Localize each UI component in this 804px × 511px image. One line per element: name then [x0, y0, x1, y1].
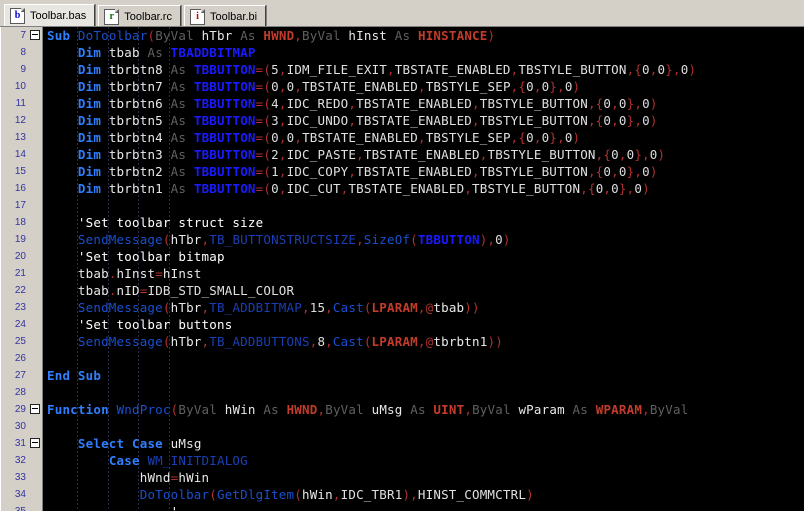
line-number: 13 — [0, 129, 42, 146]
code-line: End Sub — [47, 367, 804, 384]
line-number: 29 — [0, 401, 42, 418]
fold-toggle-icon[interactable] — [30, 438, 40, 448]
line-number: 22 — [0, 282, 42, 299]
code-line: 'Set toolbar bitmap — [47, 248, 804, 265]
basic-file-icon: b — [10, 8, 25, 24]
line-number: 12 — [0, 112, 42, 129]
line-number: 8 — [0, 44, 42, 61]
code-line: hWnd=hWin — [47, 469, 804, 486]
line-number: 20 — [0, 248, 42, 265]
code-line: tbab.nID=IDB_STD_SMALL_COLOR — [47, 282, 804, 299]
line-number-gutter[interactable]: 7891011121314151617181920212223242526272… — [0, 27, 43, 511]
line-number: 35 — [0, 503, 42, 511]
line-number: 25 — [0, 333, 42, 350]
line-number: 9 — [0, 61, 42, 78]
line-number: 33 — [0, 469, 42, 486]
code-line: Dim tbrbtn4 As TBBUTTON=(0,0,TBSTATE_ENA… — [47, 129, 804, 146]
code-line: SendMessage(hTbr,TB_ADDBITMAP,15,Cast(LP… — [47, 299, 804, 316]
code-line: Dim tbrbtn5 As TBBUTTON=(3,IDC_UNDO,TBST… — [47, 112, 804, 129]
fold-toggle-icon[interactable] — [30, 404, 40, 414]
code-line: 'Set toolbar buttons — [47, 316, 804, 333]
code-line — [47, 350, 804, 367]
line-number: 18 — [0, 214, 42, 231]
line-number: 19 — [0, 231, 42, 248]
file-tab-bar: b Toolbar.bas r Toolbar.rc i Toolbar.bi — [0, 0, 804, 26]
line-number: 24 — [0, 316, 42, 333]
include-file-icon: i — [190, 9, 205, 25]
code-line — [47, 197, 804, 214]
line-number: 15 — [0, 163, 42, 180]
line-number: 21 — [0, 265, 42, 282]
code-line: SendMessage(hTbr,TB_ADDBUTTONS,8,Cast(LP… — [47, 333, 804, 350]
code-line: Function WndProc(ByVal hWin As HWND,ByVa… — [47, 401, 804, 418]
code-line: Dim tbrbtn1 As TBBUTTON=(0,IDC_CUT,TBSTA… — [47, 180, 804, 197]
tab-toolbar-bas[interactable]: b Toolbar.bas — [4, 4, 95, 27]
code-line — [47, 418, 804, 435]
line-number: 28 — [0, 384, 42, 401]
line-number: 30 — [0, 418, 42, 435]
code-line: Dim tbrbtn6 As TBBUTTON=(4,IDC_REDO,TBST… — [47, 95, 804, 112]
code-line: Dim tbab As TBADDBITMAP — [47, 44, 804, 61]
line-number: 32 — [0, 452, 42, 469]
line-number: 16 — [0, 180, 42, 197]
code-line: DoToolbar(GetDlgItem(hWin,IDC_TBR1),HINS… — [47, 486, 804, 503]
code-line: Case WM_INITDIALOG — [47, 452, 804, 469]
line-number: 17 — [0, 197, 42, 214]
tab-label: Toolbar.bas — [30, 10, 86, 22]
code-line: tbab.hInst=hInst — [47, 265, 804, 282]
line-number: 11 — [0, 95, 42, 112]
code-text-area[interactable]: Sub DoToolbar(ByVal hTbr As HWND,ByVal h… — [43, 27, 804, 511]
line-number: 14 — [0, 146, 42, 163]
fold-toggle-icon[interactable] — [30, 30, 40, 40]
code-line: 'Set toolbar struct size — [47, 214, 804, 231]
line-number: 27 — [0, 367, 42, 384]
line-number: 23 — [0, 299, 42, 316]
editor-area[interactable]: 7891011121314151617181920212223242526272… — [0, 26, 804, 511]
line-number: 26 — [0, 350, 42, 367]
line-number: 10 — [0, 78, 42, 95]
line-number: 31 — [0, 435, 42, 452]
line-number: 7 — [0, 27, 42, 44]
code-line: SendMessage(hTbr,TB_BUTTONSTRUCTSIZE,Siz… — [47, 231, 804, 248]
code-line: ' — [47, 503, 804, 511]
code-line — [47, 384, 804, 401]
code-line: Sub DoToolbar(ByVal hTbr As HWND,ByVal h… — [47, 27, 804, 44]
code-editor-window: b Toolbar.bas r Toolbar.rc i Toolbar.bi … — [0, 0, 804, 511]
code-line: Select Case uMsg — [47, 435, 804, 452]
tab-label: Toolbar.bi — [210, 11, 257, 23]
tab-label: Toolbar.rc — [124, 11, 172, 23]
resource-file-icon: r — [104, 9, 119, 25]
code-line: Dim tbrbtn8 As TBBUTTON=(5,IDM_FILE_EXIT… — [47, 61, 804, 78]
code-line: Dim tbrbtn2 As TBBUTTON=(1,IDC_COPY,TBST… — [47, 163, 804, 180]
code-line: Dim tbrbtn7 As TBBUTTON=(0,0,TBSTATE_ENA… — [47, 78, 804, 95]
tab-toolbar-bi[interactable]: i Toolbar.bi — [184, 5, 266, 27]
code-line: Dim tbrbtn3 As TBBUTTON=(2,IDC_PASTE,TBS… — [47, 146, 804, 163]
line-number: 34 — [0, 486, 42, 503]
tab-toolbar-rc[interactable]: r Toolbar.rc — [98, 5, 181, 27]
